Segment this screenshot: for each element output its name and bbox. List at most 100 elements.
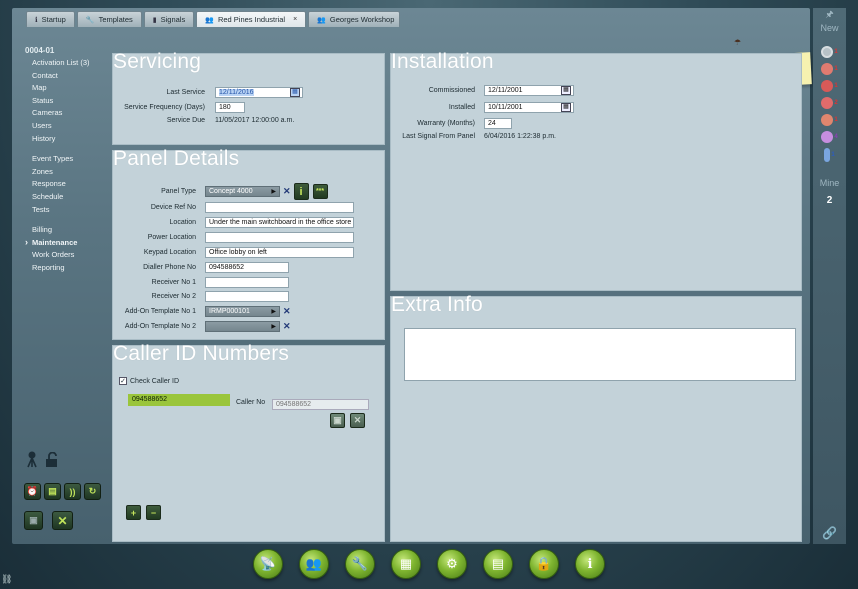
info-button-bottom[interactable]: i — [575, 549, 605, 579]
receiver2-field[interactable] — [205, 291, 289, 302]
sidebar-item-status[interactable]: Status — [25, 95, 111, 108]
info-icon: ℹ — [35, 16, 38, 24]
tab-templates[interactable]: 🔧 Templates — [76, 11, 142, 27]
power-location-label: Power Location — [147, 234, 196, 241]
alarm-clock-button[interactable]: ⏰ — [24, 483, 41, 500]
status-temperature[interactable]: 1 — [813, 148, 846, 162]
cancel-icon-button[interactable]: ✕ — [52, 511, 73, 530]
nav-group-2: Event Types Zones Response Schedule Test… — [25, 153, 111, 216]
frequency-field[interactable]: 180 — [215, 102, 245, 113]
extra-info-textarea[interactable] — [404, 328, 796, 381]
dialler-label: Dialler Phone No — [143, 264, 196, 271]
rss-button[interactable]: )) — [64, 483, 81, 500]
sidebar-item-history[interactable]: History — [25, 133, 111, 146]
sidebar-item-event-types[interactable]: Event Types — [25, 153, 111, 166]
panel-details-title: Panel Details — [113, 147, 240, 170]
status-cancel[interactable]: 1 — [813, 46, 846, 58]
check-caller-id-label: Check Caller ID — [130, 377, 180, 385]
close-tab-icon[interactable]: × — [293, 16, 297, 23]
save-icon-button[interactable]: ▣ — [24, 511, 43, 530]
clear-panel-type-icon[interactable]: ✕ — [283, 186, 291, 197]
device-ref-field[interactable] — [205, 202, 354, 213]
sidebar-item-tests[interactable]: Tests — [25, 204, 111, 217]
broken-link-icon: ⛓ — [1, 574, 13, 584]
document-button[interactable]: ▤ — [483, 549, 513, 579]
sidebar-item-response[interactable]: Response — [25, 178, 111, 191]
warranty-field[interactable]: 24 — [484, 118, 512, 129]
pin-icon[interactable]: 🖈 — [813, 7, 846, 23]
cancel-caller-button[interactable]: ✕ — [350, 413, 365, 428]
save-caller-button[interactable]: ▣ — [330, 413, 345, 428]
sidebar-item-users[interactable]: Users — [25, 120, 111, 133]
stars-button[interactable]: *** — [312, 184, 328, 199]
info-button[interactable]: i — [293, 183, 309, 200]
caller-id-panel: Caller ID Numbers ✓ Check Caller ID 0945… — [112, 342, 385, 542]
sidebar-item-schedule[interactable]: Schedule — [25, 191, 111, 204]
sidebar-item-cameras[interactable]: Cameras — [25, 107, 111, 120]
unlock-icon[interactable] — [44, 451, 60, 468]
sidebar-item-activation-list[interactable]: Activation List (3) — [25, 57, 111, 70]
status-broadcast[interactable]: 1 — [813, 114, 846, 126]
dropdown-arrow-icon: ▶ — [271, 189, 276, 195]
panel-type-select[interactable]: Concept 4000 ▶ — [205, 186, 280, 197]
caller-id-title: Caller ID Numbers — [113, 342, 290, 365]
clear-addon2-icon[interactable]: ✕ — [283, 321, 291, 332]
commissioned-field[interactable]: 12/11/2001 ▦ — [484, 85, 574, 96]
sidebar-item-reporting[interactable]: Reporting — [25, 262, 111, 275]
addon1-label: Add-On Template No 1 — [124, 308, 196, 315]
antenna-icon[interactable] — [25, 450, 39, 468]
mine-count: 2 — [826, 195, 833, 206]
frequency-label: Service Frequency (Days) — [124, 104, 205, 111]
dialler-field[interactable]: 094588652 — [205, 262, 289, 273]
tab-red-pines[interactable]: 👥 Red Pines Industrial × — [196, 11, 307, 27]
installed-label: Installed — [448, 104, 475, 111]
signal-tower-button[interactable]: 📡 — [253, 549, 283, 579]
check-caller-id-checkbox[interactable]: ✓ — [119, 377, 127, 385]
lock-button[interactable]: 🔒 — [529, 549, 559, 579]
location-label: Location — [169, 219, 196, 226]
clear-addon1-icon[interactable]: ✕ — [283, 306, 291, 317]
gears-button[interactable]: ⚙ — [437, 549, 467, 579]
service-due-label: Service Due — [166, 117, 205, 124]
gear-icon — [821, 131, 834, 143]
sidebar-item-contact[interactable]: Contact — [25, 70, 111, 83]
caller-id-number-item[interactable]: 094588652 — [128, 394, 230, 406]
receiver1-field[interactable] — [205, 277, 289, 288]
status-fire[interactable]: 1 — [813, 63, 846, 75]
sidebar-item-work-orders[interactable]: Work Orders — [25, 249, 111, 262]
new-label: New — [820, 23, 839, 33]
caller-no-input[interactable] — [272, 399, 369, 410]
calendar-icon[interactable]: ▦ — [290, 88, 300, 97]
link-icon[interactable]: 🔗 — [813, 526, 846, 540]
calculator-button[interactable]: ▦ — [391, 549, 421, 579]
sidebar-item-zones[interactable]: Zones — [25, 166, 111, 179]
account-number: 0004-01 — [25, 46, 55, 55]
remove-caller-button[interactable]: − — [146, 505, 161, 520]
caller-no-label: Caller No — [236, 399, 266, 406]
sidebar-item-map[interactable]: Map — [25, 82, 111, 95]
sidebar-item-billing[interactable]: Billing — [25, 224, 111, 237]
tab-georges-workshop[interactable]: 👥 Georges Workshop — [308, 11, 401, 27]
status-intruder[interactable]: 2 — [813, 97, 846, 109]
sidebar-item-maintenance[interactable]: Maintenance — [25, 236, 111, 250]
location-field[interactable]: Under the main switchboard in the office… — [205, 217, 354, 228]
wrench-button[interactable]: 🔧 — [345, 549, 375, 579]
database-button[interactable]: ▤ — [44, 483, 61, 500]
status-chain[interactable]: 1 — [813, 80, 846, 92]
calendar-icon[interactable]: ▦ — [561, 103, 571, 112]
app-window: ℹ Startup 🔧 Templates ▮ Signals 👥 Red Pines … — [12, 8, 812, 544]
addon1-select[interactable]: IRMP000101 ▶ — [205, 306, 280, 317]
power-location-field[interactable] — [205, 232, 354, 243]
status-gear[interactable]: 4 — [813, 131, 846, 143]
tab-startup[interactable]: ℹ Startup — [26, 11, 75, 27]
installed-field[interactable]: 10/11/2001 ▦ — [484, 102, 574, 113]
calendar-icon[interactable]: ▦ — [561, 86, 571, 95]
keypad-location-field[interactable]: Office lobby on left — [205, 247, 354, 258]
add-caller-button[interactable]: + — [126, 505, 141, 520]
tab-signals[interactable]: ▮ Signals — [143, 11, 195, 27]
users-button[interactable]: 👥 — [299, 549, 329, 579]
chain-icon — [821, 80, 834, 92]
addon2-select[interactable]: ▶ — [205, 321, 280, 332]
refresh-button[interactable]: ↻ — [84, 483, 101, 500]
last-service-field[interactable]: 12/11/2016 ▦ — [215, 87, 303, 98]
